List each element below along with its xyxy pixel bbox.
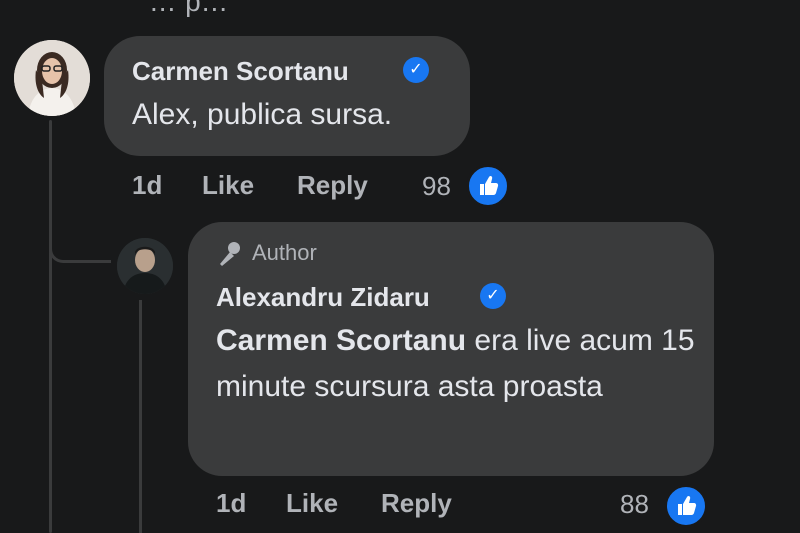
- avatar[interactable]: [117, 238, 173, 294]
- reaction-count[interactable]: 88: [620, 489, 649, 520]
- comment-timestamp[interactable]: 1d: [132, 170, 162, 201]
- thread-line: [49, 120, 52, 533]
- verified-badge-icon: ✓: [480, 283, 506, 309]
- avatar[interactable]: [14, 40, 90, 116]
- comment-author-name[interactable]: Alexandru Zidaru: [216, 282, 430, 313]
- reply-thread-line: [139, 300, 142, 533]
- comment-text: Alex, publica sursa.: [132, 98, 393, 131]
- comment-author-name[interactable]: Carmen Scortanu: [132, 56, 349, 87]
- mention-link[interactable]: Carmen Scortanu: [216, 324, 466, 357]
- like-button[interactable]: Like: [202, 170, 254, 201]
- like-button[interactable]: Like: [286, 488, 338, 519]
- reply-button[interactable]: Reply: [381, 488, 452, 519]
- avatar-photo: [14, 40, 90, 116]
- comment-timestamp[interactable]: 1d: [216, 488, 246, 519]
- author-badge: Author: [216, 240, 317, 268]
- reply-connector: [49, 225, 111, 263]
- like-reaction-icon[interactable]: [466, 164, 510, 208]
- verified-badge-icon: ✓: [403, 57, 429, 83]
- avatar-photo: [117, 238, 173, 294]
- reaction-count[interactable]: 98: [422, 171, 451, 202]
- comment-thread: ... p... Carmen Scortanu ✓ Alex, publica…: [0, 0, 800, 533]
- like-reaction-icon[interactable]: [664, 484, 708, 528]
- comment-text: Carmen Scortanu era live acum 15 minute …: [216, 318, 696, 410]
- microphone-icon: [220, 242, 240, 267]
- author-badge-label: Author: [252, 240, 317, 265]
- previous-comment-fragment: ... p...: [150, 0, 229, 17]
- comment-actions: 1d Like Reply: [216, 488, 736, 524]
- reply-button[interactable]: Reply: [297, 170, 368, 201]
